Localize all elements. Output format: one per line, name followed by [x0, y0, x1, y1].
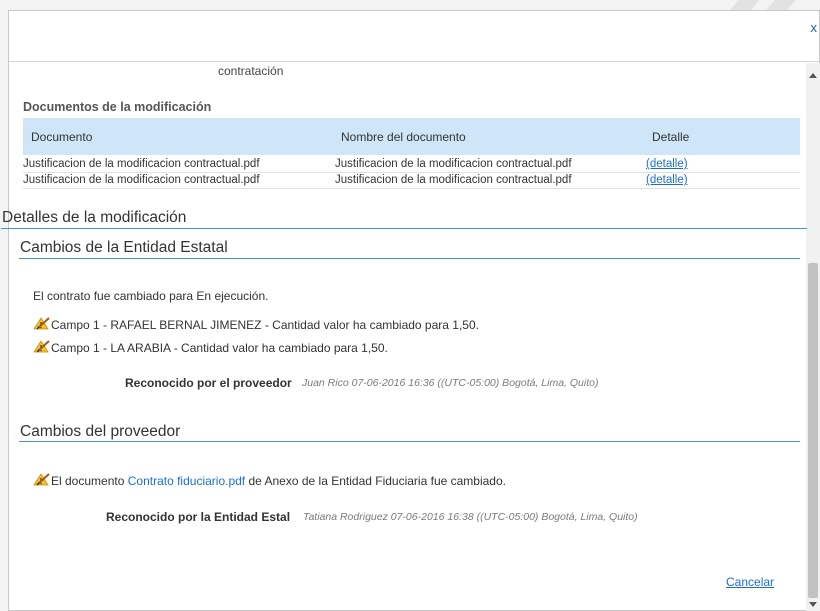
details-section-title: Detalles de la modificación	[2, 209, 187, 226]
previous-section-text: contratación	[218, 64, 284, 78]
column-document-name: Nombre del documento	[341, 130, 466, 144]
ack-provider-info: Juan Rico 07-06-2016 16:36 ((UTC-05:00) …	[302, 377, 599, 389]
change-suffix: de Anexo de la Entidad Fiduciaria fue ca…	[248, 474, 506, 488]
provider-changes-title: Cambios del proveedor	[20, 423, 181, 440]
ack-provider-label: Reconocido por el proveedor	[125, 376, 292, 390]
scroll-thumb[interactable]	[808, 263, 818, 598]
detail-link[interactable]: (detalle)	[646, 174, 688, 186]
table-row: Justificacion de la modificacion contrac…	[23, 158, 800, 173]
documents-title: Documentos de la modificación	[23, 100, 212, 114]
table-row: Justificacion de la modificacion contrac…	[23, 174, 800, 189]
contract-status-text: El contrato fue cambiado para En ejecuci…	[33, 289, 269, 303]
column-detail: Detalle	[652, 130, 690, 144]
change-prefix: El documento	[51, 474, 125, 488]
entity-changes-title: Cambios de la Entidad Estatal	[20, 239, 228, 256]
scroll-up-icon[interactable]	[809, 73, 817, 78]
vertical-scrollbar[interactable]	[806, 63, 820, 611]
provider-change-item: El documento Contrato fiduciario.pdf de …	[51, 474, 506, 488]
document-link[interactable]: Contrato fiduciario.pdf	[128, 474, 245, 488]
documents-table-header: Documento Nombre del documento Detalle	[23, 118, 800, 155]
pencil-warning-icon	[33, 473, 50, 486]
scroll-down-icon[interactable]	[809, 602, 817, 607]
change-item: Campo 1 - RAFAEL BERNAL JIMENEZ - Cantid…	[51, 318, 479, 332]
background-left	[0, 0, 8, 611]
modification-dialog: x contratación Documentos de la modifica…	[1, 10, 820, 611]
provider-changes-divider	[19, 441, 800, 442]
close-button[interactable]: x	[811, 20, 818, 35]
pencil-warning-icon	[33, 340, 50, 353]
cell-document: Justificacion de la modificacion contrac…	[23, 174, 260, 186]
details-divider	[1, 228, 807, 229]
detail-link[interactable]: (detalle)	[646, 158, 688, 170]
cell-document-name: Justificacion de la modificacion contrac…	[335, 174, 572, 186]
column-document: Documento	[31, 130, 93, 144]
dialog-header: x	[9, 11, 819, 62]
pencil-warning-icon	[33, 317, 50, 330]
change-item: Campo 1 - LA ARABIA - Cantidad valor ha …	[51, 341, 388, 355]
cell-document-name: Justificacion de la modificacion contrac…	[335, 158, 572, 170]
background-top	[0, 0, 820, 10]
cancel-button[interactable]: Cancelar	[726, 575, 774, 589]
cell-document: Justificacion de la modificacion contrac…	[23, 158, 260, 170]
ack-entity-info: Tatiana Rodriguez 07-06-2016 16:38 ((UTC…	[303, 511, 638, 523]
entity-changes-divider	[19, 258, 800, 259]
ack-entity-label: Reconocido por la Entidad Estal	[106, 510, 291, 524]
